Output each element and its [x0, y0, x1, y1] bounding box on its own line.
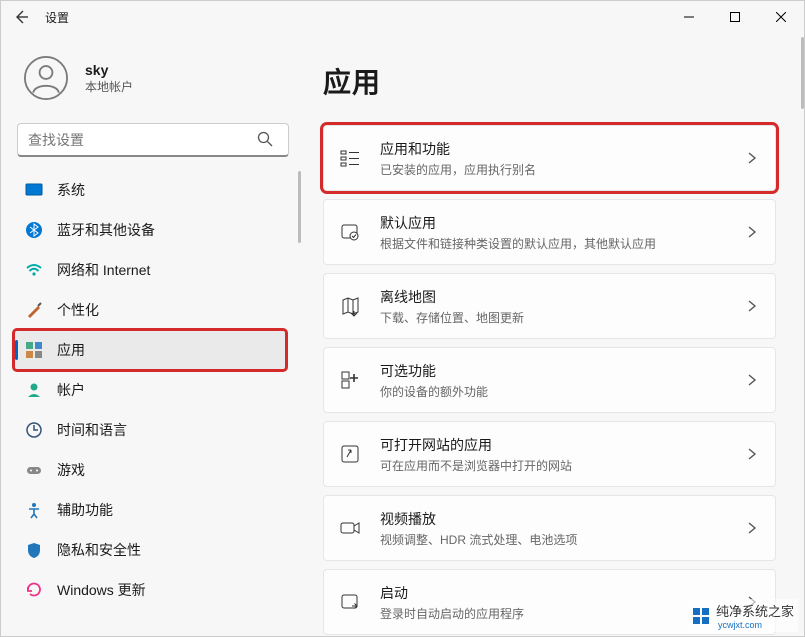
card-title: 可打开网站的应用 [380, 435, 745, 455]
window-body: sky 本地帐户 系统 蓝牙和其他设备 [1, 33, 804, 636]
maximize-button[interactable] [712, 1, 758, 33]
websites-icon [338, 442, 362, 466]
sidebar-item-label: 帐户 [57, 380, 85, 400]
card-default-apps[interactable]: 默认应用 根据文件和链接种类设置的默认应用，其他默认应用 [323, 199, 776, 265]
search-input[interactable] [17, 123, 289, 157]
sidebar-item-label: 隐私和安全性 [57, 540, 141, 560]
accessibility-icon [25, 501, 43, 519]
minimize-icon [684, 12, 694, 22]
gamepad-icon [25, 461, 43, 479]
sidebar-item-label: 时间和语言 [57, 420, 127, 440]
account-icon [25, 381, 43, 399]
card-subtitle: 可在应用而不是浏览器中打开的网站 [380, 457, 745, 474]
sidebar-item-bluetooth[interactable]: 蓝牙和其他设备 [15, 211, 285, 249]
card-title: 可选功能 [380, 361, 745, 381]
avatar [19, 51, 73, 105]
sidebar-item-accessibility[interactable]: 辅助功能 [15, 491, 285, 529]
optional-features-icon [338, 368, 362, 392]
startup-icon [338, 590, 362, 614]
wifi-icon [25, 261, 43, 279]
sidebar-item-time-language[interactable]: 时间和语言 [15, 411, 285, 449]
card-subtitle: 已安装的应用，应用执行别名 [380, 161, 745, 178]
sidebar-item-apps[interactable]: 应用 [15, 331, 285, 369]
sidebar-item-label: 个性化 [57, 300, 99, 320]
sidebar-item-windows-update[interactable]: Windows 更新 [15, 571, 285, 609]
sidebar-item-accounts[interactable]: 帐户 [15, 371, 285, 409]
clock-globe-icon [25, 421, 43, 439]
sidebar-item-label: 蓝牙和其他设备 [57, 220, 155, 240]
chevron-right-icon [745, 299, 759, 313]
card-title: 应用和功能 [380, 139, 745, 159]
content-scrollbar[interactable] [800, 33, 804, 636]
chevron-right-icon [745, 225, 759, 239]
watermark-logo-icon [692, 607, 710, 625]
card-video-playback[interactable]: 视频播放 视频调整、HDR 流式处理、电池选项 [323, 495, 776, 561]
window-title: 设置 [41, 9, 69, 26]
card-subtitle: 下载、存储位置、地图更新 [380, 309, 745, 326]
page-title: 应用 [323, 61, 778, 101]
settings-window: 设置 [0, 0, 805, 637]
person-icon [24, 56, 68, 100]
sidebar: sky 本地帐户 系统 蓝牙和其他设备 [1, 33, 301, 636]
card-optional-features[interactable]: 可选功能 你的设备的额外功能 [323, 347, 776, 413]
user-text: sky 本地帐户 [85, 62, 133, 95]
sidebar-item-network[interactable]: 网络和 Internet [15, 251, 285, 289]
brush-icon [25, 301, 43, 319]
chevron-right-icon [745, 151, 759, 165]
card-subtitle: 根据文件和链接种类设置的默认应用，其他默认应用 [380, 235, 745, 252]
sidebar-item-privacy[interactable]: 隐私和安全性 [15, 531, 285, 569]
chevron-right-icon [745, 447, 759, 461]
caption-buttons [666, 1, 804, 33]
user-name: sky [85, 62, 133, 78]
card-title: 视频播放 [380, 509, 745, 529]
search-icon [257, 131, 273, 147]
default-apps-icon [338, 220, 362, 244]
title-bar: 设置 [1, 1, 804, 33]
card-subtitle: 你的设备的额外功能 [380, 383, 745, 400]
card-subtitle: 视频调整、HDR 流式处理、电池选项 [380, 531, 745, 548]
sidebar-item-label: 系统 [57, 180, 85, 200]
card-title: 默认应用 [380, 213, 745, 233]
sidebar-item-label: 应用 [57, 340, 85, 360]
chevron-right-icon [745, 373, 759, 387]
watermark: 纯净系统之家 ycwjxt.com [688, 599, 798, 632]
nav-list: 系统 蓝牙和其他设备 网络和 Internet 个性化 应用 [15, 171, 297, 609]
sidebar-item-gaming[interactable]: 游戏 [15, 451, 285, 489]
user-block[interactable]: sky 本地帐户 [15, 45, 297, 119]
minimize-button[interactable] [666, 1, 712, 33]
card-apps-features[interactable]: 应用和功能 已安装的应用，应用执行别名 [323, 125, 776, 191]
card-apps-for-websites[interactable]: 可打开网站的应用 可在应用而不是浏览器中打开的网站 [323, 421, 776, 487]
content-area: 应用 应用和功能 已安装的应用，应用执行别名 默认应用 根据文件和链接种类设置的… [301, 33, 804, 636]
shield-icon [25, 541, 43, 559]
chevron-right-icon [745, 521, 759, 535]
update-icon [25, 581, 43, 599]
sidebar-item-label: 网络和 Internet [57, 260, 150, 280]
sidebar-item-label: Windows 更新 [57, 580, 146, 600]
apps-features-icon [338, 146, 362, 170]
map-icon [338, 294, 362, 318]
sidebar-item-system[interactable]: 系统 [15, 171, 285, 209]
bluetooth-icon [25, 221, 43, 239]
sidebar-item-label: 辅助功能 [57, 500, 113, 520]
nav-wrapper: 系统 蓝牙和其他设备 网络和 Internet 个性化 应用 [15, 171, 297, 609]
close-icon [776, 12, 786, 22]
video-icon [338, 516, 362, 540]
sidebar-item-personalization[interactable]: 个性化 [15, 291, 285, 329]
maximize-icon [730, 12, 740, 22]
watermark-url: ycwjxt.com [718, 620, 794, 630]
card-offline-maps[interactable]: 离线地图 下载、存储位置、地图更新 [323, 273, 776, 339]
close-button[interactable] [758, 1, 804, 33]
watermark-text: 纯净系统之家 [716, 604, 794, 619]
back-button[interactable] [1, 1, 41, 33]
apps-icon [25, 341, 43, 359]
system-icon [25, 181, 43, 199]
user-account-type: 本地帐户 [85, 78, 133, 95]
back-arrow-icon [13, 9, 29, 25]
settings-cards: 应用和功能 已安装的应用，应用执行别名 默认应用 根据文件和链接种类设置的默认应… [323, 125, 778, 636]
sidebar-item-label: 游戏 [57, 460, 85, 480]
card-title: 离线地图 [380, 287, 745, 307]
search-box[interactable] [17, 123, 289, 157]
